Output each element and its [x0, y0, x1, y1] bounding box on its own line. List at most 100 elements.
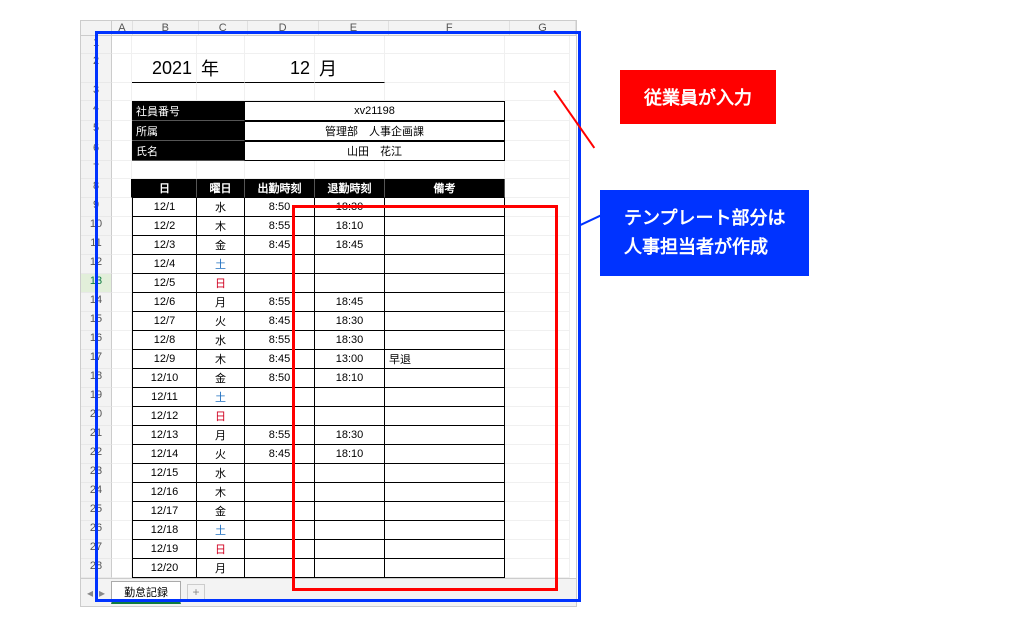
cell-date[interactable]: 12/12 [132, 407, 197, 426]
cell-date[interactable]: 12/2 [132, 217, 197, 236]
cell-date[interactable]: 12/13 [132, 426, 197, 445]
cell-date[interactable]: 12/5 [132, 274, 197, 293]
cell[interactable] [505, 293, 570, 312]
row-number[interactable]: 9 [81, 198, 112, 217]
cell-date[interactable]: 12/6 [132, 293, 197, 312]
cell[interactable] [505, 369, 570, 388]
cell[interactable] [505, 312, 570, 331]
cell-note[interactable] [385, 369, 505, 388]
cell-note[interactable] [385, 293, 505, 312]
cell-clock-in[interactable]: 8:45 [245, 350, 315, 369]
cell-clock-in[interactable]: 8:55 [245, 293, 315, 312]
cell[interactable] [505, 540, 570, 559]
cell[interactable] [505, 101, 570, 121]
cell[interactable] [245, 161, 315, 179]
cell[interactable] [112, 83, 132, 101]
cell[interactable] [505, 502, 570, 521]
th-out[interactable]: 退勤時刻 [315, 179, 385, 198]
cell[interactable] [112, 293, 132, 312]
cell-clock-in[interactable]: 8:55 [245, 331, 315, 350]
cell[interactable] [112, 483, 132, 502]
cell-date[interactable]: 12/11 [132, 388, 197, 407]
cell-clock-out[interactable]: 18:45 [315, 236, 385, 255]
cell-dow[interactable]: 木 [197, 217, 245, 236]
cell[interactable] [112, 179, 132, 198]
cell-clock-in[interactable]: 8:55 [245, 426, 315, 445]
cell[interactable] [112, 388, 132, 407]
cell-date[interactable]: 12/7 [132, 312, 197, 331]
row-number[interactable]: 27 [81, 540, 112, 559]
cell[interactable] [505, 274, 570, 293]
cell-date[interactable]: 12/3 [132, 236, 197, 255]
cell[interactable] [112, 54, 132, 83]
cell-date[interactable]: 12/18 [132, 521, 197, 540]
row-number[interactable]: 4 [81, 101, 112, 121]
dept-label[interactable]: 所属 [132, 121, 245, 141]
row-number[interactable]: 13 [81, 274, 112, 293]
cell-date[interactable]: 12/1 [132, 198, 197, 217]
cell[interactable] [112, 559, 132, 578]
cell[interactable] [315, 83, 385, 101]
month-label[interactable]: 月 [315, 54, 385, 83]
cell[interactable] [505, 161, 570, 179]
cell-clock-in[interactable] [245, 540, 315, 559]
cell-dow[interactable]: 金 [197, 369, 245, 388]
th-date[interactable]: 日 [132, 179, 197, 198]
row-number[interactable]: 25 [81, 502, 112, 521]
cell-date[interactable]: 12/14 [132, 445, 197, 464]
add-sheet-button[interactable]: + [187, 584, 205, 602]
cell[interactable] [197, 83, 245, 101]
cell[interactable] [505, 350, 570, 369]
cell[interactable] [505, 121, 570, 141]
cell[interactable] [112, 540, 132, 559]
cell[interactable] [505, 255, 570, 274]
sheet-nav-prev-icon[interactable]: ◂ [87, 586, 93, 600]
row-number[interactable]: 24 [81, 483, 112, 502]
cell-date[interactable]: 12/17 [132, 502, 197, 521]
cell[interactable] [385, 161, 505, 179]
cell[interactable] [505, 559, 570, 578]
empid-label[interactable]: 社員番号 [132, 101, 245, 121]
cell-note[interactable] [385, 502, 505, 521]
cell-clock-out[interactable]: 18:30 [315, 198, 385, 217]
cell[interactable] [505, 464, 570, 483]
cell[interactable] [505, 141, 570, 161]
cell-clock-in[interactable] [245, 559, 315, 578]
cell[interactable] [505, 236, 570, 255]
cell-clock-in[interactable] [245, 464, 315, 483]
cell-clock-out[interactable]: 18:10 [315, 217, 385, 236]
cell[interactable] [315, 161, 385, 179]
cell-date[interactable]: 12/8 [132, 331, 197, 350]
cell-clock-out[interactable] [315, 483, 385, 502]
row-number[interactable]: 23 [81, 464, 112, 483]
th-in[interactable]: 出勤時刻 [245, 179, 315, 198]
cell-dow[interactable]: 土 [197, 388, 245, 407]
cell-clock-in[interactable] [245, 407, 315, 426]
cell-dow[interactable]: 水 [197, 198, 245, 217]
cell-note[interactable] [385, 388, 505, 407]
cell-clock-out[interactable]: 18:10 [315, 369, 385, 388]
cell-note[interactable] [385, 331, 505, 350]
cell[interactable] [197, 36, 245, 54]
cell-note[interactable] [385, 445, 505, 464]
cell-dow[interactable]: 日 [197, 540, 245, 559]
sheet-tab-active[interactable]: 勤怠記録 [111, 581, 181, 604]
cell-clock-out[interactable] [315, 255, 385, 274]
cell[interactable] [112, 217, 132, 236]
select-all-corner[interactable] [81, 21, 112, 35]
cell-date[interactable]: 12/20 [132, 559, 197, 578]
row-number[interactable]: 21 [81, 426, 112, 445]
row-number[interactable]: 6 [81, 141, 112, 161]
dept-value[interactable]: 管理部 人事企画課 [245, 121, 505, 141]
cell-clock-out[interactable]: 18:10 [315, 445, 385, 464]
cell-clock-out[interactable] [315, 540, 385, 559]
cell[interactable] [112, 236, 132, 255]
row-number[interactable]: 19 [81, 388, 112, 407]
row-number[interactable]: 15 [81, 312, 112, 331]
cell[interactable] [505, 54, 570, 83]
row-number[interactable]: 16 [81, 331, 112, 350]
row-number[interactable]: 28 [81, 559, 112, 578]
cell-dow[interactable]: 水 [197, 331, 245, 350]
cell-date[interactable]: 12/4 [132, 255, 197, 274]
cell-clock-in[interactable] [245, 521, 315, 540]
